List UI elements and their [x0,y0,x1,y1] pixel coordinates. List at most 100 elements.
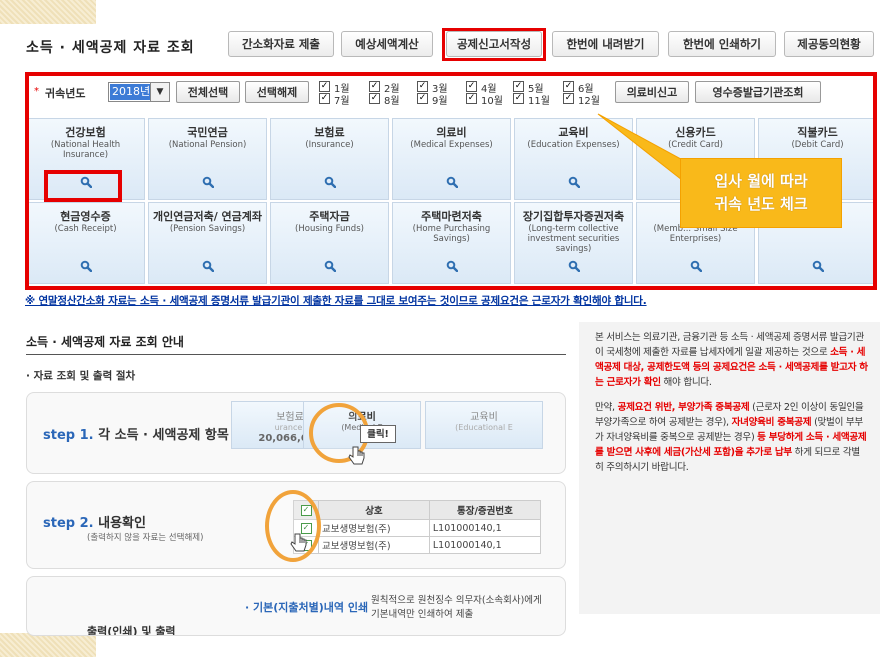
month-checkbox-5[interactable]: ✓ [513,81,524,92]
month-checkbox-12[interactable]: ✓ [563,93,574,104]
estimated-tax-button[interactable]: 예상세액계산 [341,31,433,57]
magnifier-icon[interactable] [812,260,824,272]
category-name: 장기집합투자증권저축 [522,210,625,223]
month-checkbox-7[interactable]: ✓ [319,93,330,104]
category-housing-funds[interactable]: 주택자금 (Housing Funds) [270,202,389,284]
deduction-report-button[interactable]: 공제신고서작성 [446,31,542,57]
info-paragraph-1: 본 서비스는 의료기관, 금융기관 등 소득 · 세액공제 증명서류 발급기관이… [595,332,868,388]
category-health-insurance[interactable]: 건강보험 (National Health Insurance) [26,118,145,200]
category-en: (Medical Expenses) [410,140,493,150]
category-home-purchase-savings[interactable]: 주택마련저축 (Home Purchasing Savings) [392,202,511,284]
magnifier-icon[interactable] [324,260,336,272]
select-all-button[interactable]: 전체선택 [176,81,240,103]
consent-status-button[interactable]: 제공동의현황 [784,31,874,57]
month-checkbox-9[interactable]: ✓ [417,93,428,104]
hand-cursor-icon [348,446,365,465]
step1-box: step 1. 각 소득 · 세액공제 항목 클릭 보험료 urance) 20… [26,392,566,474]
month-checkbox-2[interactable]: ✓ [369,81,380,92]
magnifier-icon[interactable] [202,176,214,188]
step1-label: step 1. 각 소득 · 세액공제 항목 클릭 [43,428,258,443]
step3-label: 출력(인쇄) 및 출력 [87,625,176,636]
year-select[interactable]: 2018년 ▼ [108,82,170,102]
corner-decoration-top [0,0,96,24]
category-en: (Home Purchasing Savings) [412,224,491,244]
category-name: 의료비 [436,126,467,139]
click-tag: 클릭! [360,425,396,443]
category-en: (Debit Card) [791,140,844,150]
step1-mini-education: 교육비 (Educational E [425,401,543,449]
medical-report-button[interactable]: 의료비신고 [615,81,689,103]
step3-box: · 기본(지출처별)내역 인쇄 원칙적으로 원천징수 의무자(소속회사)에게 기… [26,576,566,636]
magnifier-icon[interactable] [446,176,458,188]
category-en: (Pension Savings) [169,224,246,234]
category-name: 건강보험 [65,126,106,139]
notice-link[interactable]: ※ 연말정산간소화 자료는 소득 · 세액공제 증명서류 발급기관이 제출한 자… [25,293,647,308]
magnifier-icon[interactable] [568,176,580,188]
page-title: 소득 · 세액공제 자료 조회 [26,40,195,56]
category-name: 주택마련저축 [421,210,482,223]
category-name: 직불카드 [797,126,838,139]
deselect-all-button[interactable]: 선택해제 [245,81,309,103]
step2-sub: (출력하지 않을 자료는 선택해제) [87,533,204,543]
category-en: (Cash Receipt) [54,224,117,234]
magnifier-icon[interactable] [446,260,458,272]
month-checkbox-10[interactable]: ✓ [466,93,477,104]
required-mark: * [34,86,39,97]
category-insurance[interactable]: 보험료 (Insurance) [270,118,389,200]
magnifier-icon[interactable] [568,260,580,272]
year-select-value: 2018년 [110,84,152,100]
month-checkbox-11[interactable]: ✓ [513,93,524,104]
category-national-pension[interactable]: 국민연금 (National Pension) [148,118,267,200]
month-checkbox-6[interactable]: ✓ [563,81,574,92]
magnifier-icon[interactable] [324,176,336,188]
category-cash-receipt[interactable]: 현금영수증 (Cash Receipt) [26,202,145,284]
magnifier-icon[interactable] [80,176,92,188]
category-en: (Insurance) [305,140,354,150]
category-name: 보험료 [314,126,345,139]
guide-divider [26,354,566,355]
guide-subtitle: · 자료 조회 및 출력 절차 [26,370,136,382]
month-checkbox-3[interactable]: ✓ [417,81,428,92]
category-medical-expenses[interactable]: 의료비 (Medical Expenses) [392,118,511,200]
step3-option-basic: · 기본(지출처별)내역 인쇄 [245,601,369,614]
tooltip-line-2: 귀속 년도 체크 [714,195,808,213]
category-en: (Housing Funds) [295,224,364,234]
corner-decoration-bottom [0,633,96,657]
filter-row: * 귀속년도 2018년 ▼ 전체선택 선택해제 ✓ 1월 ✓ 7월 ✓ 2월 ✓ 8월… [31,79,871,107]
category-en: (Long-term collective investment securit… [527,224,620,254]
category-name: 현금영수증 [60,210,111,223]
table-header-name: 상호 [318,500,430,520]
step2-box: step 2. 내용확인 (출력하지 않을 자료는 선택해제) ✓ 상호 통장/… [26,481,566,569]
step2-label: step 2. 내용확인 [43,516,146,531]
callout-tooltip: 입사 월에 따라 귀속 년도 체크 [680,158,842,228]
magnifier-icon[interactable] [690,260,702,272]
category-name: 국민연금 [187,126,228,139]
tooltip-line-1: 입사 월에 따라 [714,172,808,190]
chevron-down-icon[interactable]: ▼ [150,83,169,101]
download-all-button[interactable]: 한번에 내려받기 [552,31,659,57]
month-checkbox-1[interactable]: ✓ [319,81,330,92]
category-name: 주택자금 [309,210,350,223]
info-sidebox: 본 서비스는 의료기관, 금융기관 등 소득 · 세액공제 증명서류 발급기관이… [579,322,880,614]
info-paragraph-2: 만약, 공제요건 위반, 부양가족 중복공제 (근로자 2인 이상이 동일인을 … [595,402,867,473]
submit-simplified-data-button[interactable]: 간소화자료 제출 [228,31,334,57]
category-en: (National Health Insurance) [50,140,121,160]
category-name: 개인연금저축/ 연금계좌 [152,210,263,223]
step3-desc: 원칙적으로 원천징수 의무자(소속회사)에게 기본내역만 인쇄하여 제출 [371,595,542,620]
table-row[interactable]: ✓ 교보생명보험(주) L101000140,1 [293,519,542,537]
table-row[interactable]: ✓ 교보생명보험(주) L101000140,1 [293,536,542,554]
category-en: (National Pension) [168,140,247,150]
receipt-agency-lookup-button[interactable]: 영수증발급기관조회 [695,81,821,103]
category-pension-savings[interactable]: 개인연금저축/ 연금계좌 (Pension Savings) [148,202,267,284]
hand-cursor-icon [290,533,307,552]
year-label: 귀속년도 [45,87,86,100]
magnifier-icon[interactable] [202,260,214,272]
category-long-term-investment[interactable]: 장기집합투자증권저축 (Long-term collective investme… [514,202,633,284]
table-header-account: 통장/증권번호 [428,500,542,520]
month-checkbox-4[interactable]: ✓ [466,81,477,92]
magnifier-icon[interactable] [80,260,92,272]
print-all-button[interactable]: 한번에 인쇄하기 [668,31,776,57]
guide-title: 소득 · 세액공제 자료 조회 안내 [26,335,184,349]
month-checkbox-8[interactable]: ✓ [369,93,380,104]
step2-table: ✓ 상호 통장/증권번호 ✓ 교보생명보험(주) L101000140,1 ✓ … [293,500,542,554]
